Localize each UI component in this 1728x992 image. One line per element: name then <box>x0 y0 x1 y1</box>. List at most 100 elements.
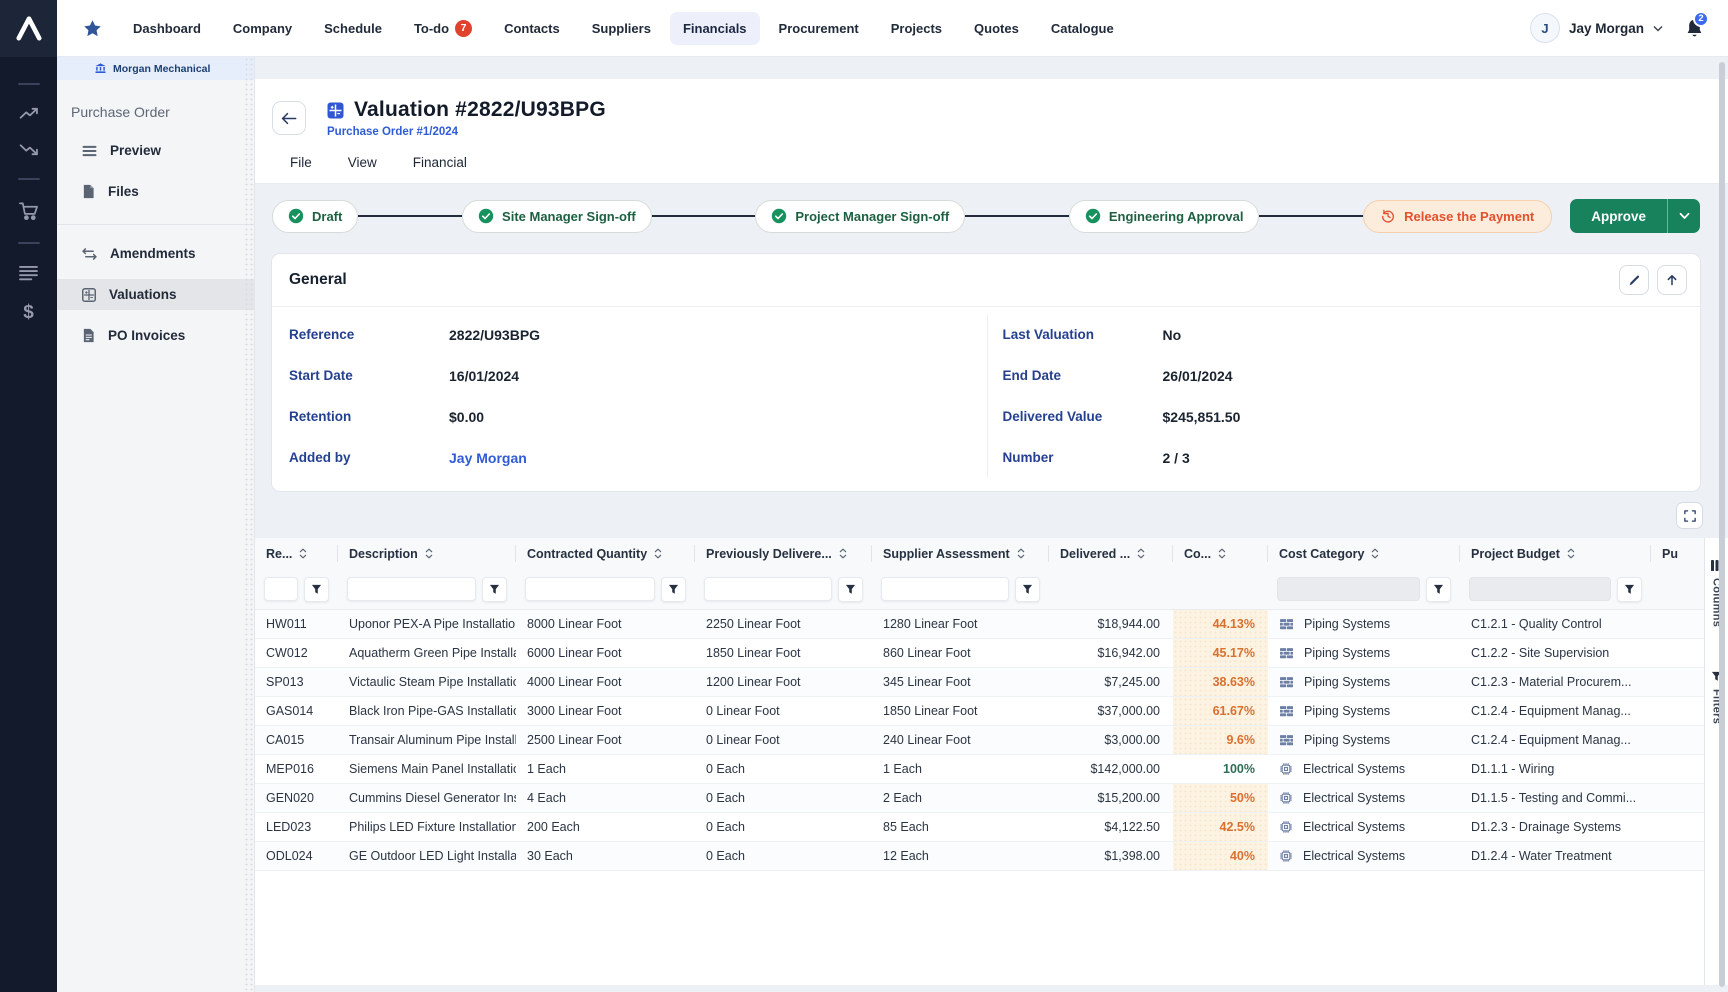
column-header-cost-category[interactable]: Cost Category <box>1268 538 1460 569</box>
sort-icon <box>1137 548 1145 559</box>
filter-button-cost-category[interactable] <box>1426 577 1451 602</box>
table-row[interactable]: GAS014 Black Iron Pipe-GAS Installation … <box>255 697 1704 726</box>
column-header-description[interactable]: Description <box>338 538 516 569</box>
filter-input-reference[interactable] <box>264 577 298 601</box>
menu-view[interactable]: View <box>348 155 377 170</box>
table-row[interactable]: LED023 Philips LED Fixture Installation … <box>255 813 1704 842</box>
vertical-scrollbar[interactable] <box>1719 62 1725 987</box>
expand-table-button[interactable] <box>1676 502 1703 529</box>
cell-previously-delivered: 0 Linear Foot <box>695 726 872 754</box>
table-row[interactable]: CA015 Transair Aluminum Pipe Installa 25… <box>255 726 1704 755</box>
approve-dropdown-button[interactable] <box>1667 199 1700 233</box>
filter-button-reference[interactable] <box>304 577 329 602</box>
arrow-up-icon <box>1666 274 1678 286</box>
trending-down-icon[interactable] <box>18 142 40 157</box>
nav-item-company[interactable]: Company <box>220 12 305 45</box>
cell-project-budget: C1.2.4 - Equipment Manag... <box>1460 697 1651 725</box>
app-logo[interactable] <box>0 0 57 57</box>
nav-item-suppliers[interactable]: Suppliers <box>579 12 664 45</box>
collapse-button[interactable] <box>1657 265 1687 295</box>
nav-item-todo[interactable]: To-do7 <box>401 11 485 46</box>
table-row[interactable]: CW012 Aquatherm Green Pipe Installati 60… <box>255 639 1704 668</box>
favorite-star-icon[interactable] <box>83 19 102 38</box>
cell-project-budget: C1.2.3 - Material Procurem... <box>1460 668 1651 696</box>
sidebar-item-preview[interactable]: Preview <box>57 135 254 166</box>
cell-reference: MEP016 <box>255 755 338 783</box>
dollar-icon[interactable]: $ <box>23 302 34 324</box>
filter-button-supplier-assessment[interactable] <box>1015 577 1040 602</box>
list-icon[interactable] <box>18 265 39 281</box>
cell-contracted-quantity: 3000 Linear Foot <box>516 697 695 725</box>
filter-button-contracted-quantity[interactable] <box>661 577 686 602</box>
filter-button-previously-delivered[interactable] <box>838 577 863 602</box>
user-menu[interactable]: J Jay Morgan <box>1530 13 1663 43</box>
step-site-manager-signoff[interactable]: Site Manager Sign-off <box>462 200 652 233</box>
sidebar-item-files[interactable]: Files <box>57 176 254 207</box>
cell-completion: 45.17% <box>1173 639 1268 667</box>
filter-input-supplier-assessment[interactable] <box>881 577 1009 601</box>
cart-icon[interactable] <box>18 201 39 221</box>
table-row[interactable]: MEP016 Siemens Main Panel Installation 1… <box>255 755 1704 784</box>
cell-delivered-value: $4,122.50 <box>1049 813 1173 841</box>
nav-item-procurement[interactable]: Procurement <box>766 12 872 45</box>
field-start-date: Start Date 16/01/2024 <box>289 355 970 396</box>
nav-item-catalogue[interactable]: Catalogue <box>1038 12 1127 45</box>
column-header-completion[interactable]: Co... <box>1173 538 1268 569</box>
filter-input-contracted-quantity[interactable] <box>525 577 655 601</box>
sort-icon <box>425 548 433 559</box>
column-header-supplier-assessment[interactable]: Supplier Assessment <box>872 538 1049 569</box>
filter-button-project-budget[interactable] <box>1617 577 1642 602</box>
added-by-link[interactable]: Jay Morgan <box>449 450 527 466</box>
approve-button[interactable]: Approve <box>1570 199 1667 233</box>
nav-item-contacts[interactable]: Contacts <box>491 12 573 45</box>
step-draft[interactable]: Draft <box>272 200 358 233</box>
brick-icon <box>1279 647 1294 660</box>
check-circle-icon <box>771 208 787 224</box>
cell-supplier-assessment: 85 Each <box>872 813 1049 841</box>
filter-input-description[interactable] <box>347 577 476 601</box>
table-body: HW011 Uponor PEX-A Pipe Installation ( 8… <box>255 610 1704 871</box>
table-row[interactable]: HW011 Uponor PEX-A Pipe Installation ( 8… <box>255 610 1704 639</box>
filter-button-description[interactable] <box>482 577 507 602</box>
column-header-reference[interactable]: Re... <box>255 538 338 569</box>
menu-file[interactable]: File <box>290 155 312 170</box>
step-project-manager-signoff[interactable]: Project Manager Sign-off <box>755 200 965 233</box>
nav-item-financials[interactable]: Financials <box>670 12 760 45</box>
edit-button[interactable] <box>1619 265 1649 295</box>
notifications-button[interactable]: 2 <box>1685 18 1704 39</box>
field-reference: Reference 2822/U93BPG <box>289 314 970 355</box>
cell-cost-category: Electrical Systems <box>1268 842 1460 870</box>
sidebar-item-valuations[interactable]: Valuations <box>57 279 254 310</box>
brick-icon <box>1279 705 1294 718</box>
nav-item-schedule[interactable]: Schedule <box>311 12 395 45</box>
table-row[interactable]: ODL024 GE Outdoor LED Light Installatic … <box>255 842 1704 871</box>
table-row[interactable]: SP013 Victaulic Steam Pipe Installatior … <box>255 668 1704 697</box>
company-breadcrumb[interactable]: Morgan Mechanical <box>57 57 254 80</box>
column-header-pu[interactable]: Pu <box>1651 538 1704 569</box>
column-header-previously-delivered[interactable]: Previously Delivere... <box>695 538 872 569</box>
rail-divider <box>18 178 40 180</box>
cell-contracted-quantity: 30 Each <box>516 842 695 870</box>
release-payment-button[interactable]: Release the Payment <box>1363 200 1552 233</box>
table-row[interactable]: GEN020 Cummins Diesel Generator Insta 4 … <box>255 784 1704 813</box>
sort-icon <box>299 548 307 559</box>
cell-reference: CA015 <box>255 726 338 754</box>
funnel-icon <box>1624 584 1635 595</box>
trending-up-icon[interactable] <box>18 106 40 121</box>
nav-item-projects[interactable]: Projects <box>878 12 955 45</box>
nav-item-dashboard[interactable]: Dashboard <box>120 12 214 45</box>
step-engineering-approval[interactable]: Engineering Approval <box>1069 200 1260 233</box>
top-navigation: Dashboard Company Schedule To-do7 Contac… <box>120 11 1127 46</box>
sidebar-item-po-invoices[interactable]: PO Invoices <box>57 320 254 351</box>
cell-supplier-assessment: 1850 Linear Foot <box>872 697 1049 725</box>
nav-item-quotes[interactable]: Quotes <box>961 12 1032 45</box>
column-header-delivered[interactable]: Delivered ... <box>1049 538 1173 569</box>
purchase-order-link[interactable]: Purchase Order #1/2024 <box>327 126 458 138</box>
cell-pu <box>1651 639 1704 667</box>
back-button[interactable] <box>272 101 306 135</box>
column-header-project-budget[interactable]: Project Budget <box>1460 538 1651 569</box>
column-header-contracted-quantity[interactable]: Contracted Quantity <box>516 538 695 569</box>
menu-financial[interactable]: Financial <box>413 155 467 170</box>
filter-input-previously-delivered[interactable] <box>704 577 832 601</box>
sidebar-item-amendments[interactable]: Amendments <box>57 238 254 269</box>
